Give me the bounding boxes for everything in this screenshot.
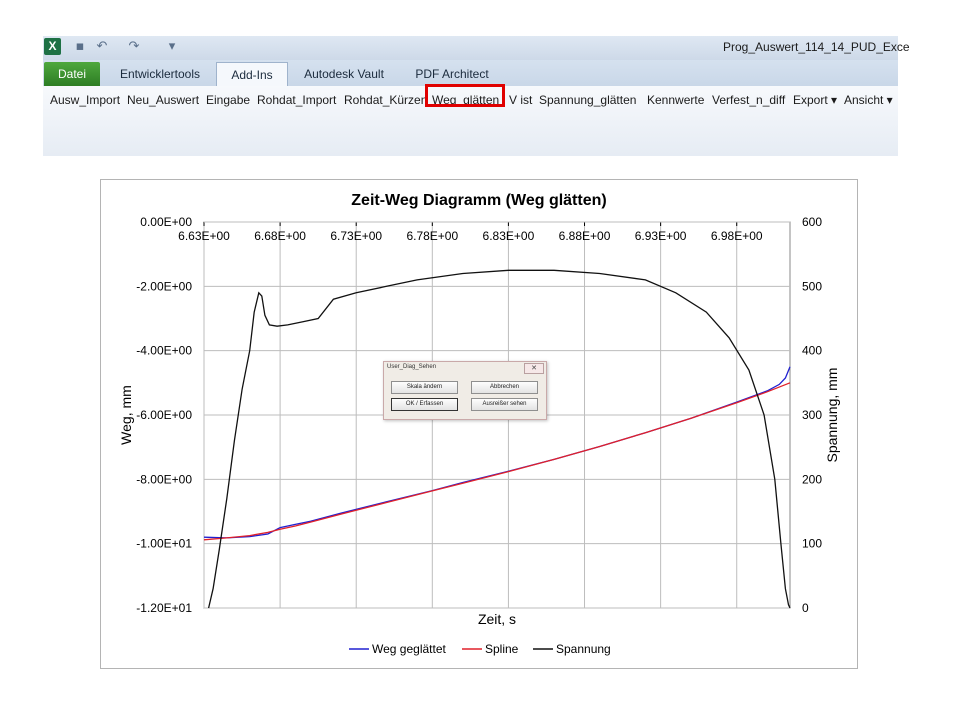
ausreisser-sehen-button[interactable]: Ausreißer sehen xyxy=(471,398,538,411)
y-tick-label: -1.20E+01 xyxy=(136,601,192,615)
close-icon[interactable]: ✕ xyxy=(524,363,544,374)
y-tick-label: -6.00E+00 xyxy=(136,408,192,422)
y2-tick-label: 100 xyxy=(802,537,822,551)
tab-autodesk-vault[interactable]: Autodesk Vault xyxy=(294,62,394,86)
tab-pdf-architect[interactable]: PDF Architect xyxy=(406,62,498,86)
tab-datei[interactable]: Datei xyxy=(44,62,100,86)
x-tick-label: 6.73E+00 xyxy=(330,229,382,243)
y2-tick-label: 500 xyxy=(802,279,822,293)
y-tick-label: 0.00E+00 xyxy=(140,215,192,229)
skala-aendern-button[interactable]: Skala ändern xyxy=(391,381,458,394)
ribbon-rohdat-import-button[interactable]: Rohdat_Import xyxy=(257,91,336,109)
y-axis-label: Weg, mm xyxy=(118,385,134,445)
window-title: Prog_Auswert_114_14_PUD_Exce xyxy=(723,40,910,54)
y-tick-label: -4.00E+00 xyxy=(136,344,192,358)
legend-label: Spline xyxy=(485,642,519,656)
y2-tick-label: 0 xyxy=(802,601,809,615)
y-tick-label: -8.00E+00 xyxy=(136,472,192,486)
x-tick-label: 6.63E+00 xyxy=(178,229,230,243)
y2-tick-label: 400 xyxy=(802,344,822,358)
highlight-box xyxy=(425,84,505,107)
x-tick-label: 6.78E+00 xyxy=(406,229,458,243)
series-line-2 xyxy=(207,269,791,609)
tab-entwicklertools[interactable]: Entwicklertools xyxy=(110,62,210,86)
customize-icon[interactable]: ▾ xyxy=(164,38,180,55)
excel-logo-icon: X xyxy=(44,38,61,55)
ribbon-kennwerte-button[interactable]: Kennwerte xyxy=(647,91,704,109)
ribbon-rohdat-kuerzen-button[interactable]: Rohdat_Kürzen xyxy=(344,91,427,109)
y-tick-label: -2.00E+00 xyxy=(136,279,192,293)
user-diag-sehen-dialog: User_Diag_Sehen ✕ Skala ändern Abbrechen… xyxy=(383,361,547,420)
ribbon-eingabe-button[interactable]: Eingabe xyxy=(206,91,250,109)
y2-tick-label: 600 xyxy=(802,215,822,229)
x-tick-label: 6.83E+00 xyxy=(483,229,535,243)
dialog-title: User_Diag_Sehen xyxy=(387,364,437,370)
ribbon-v-ist-button[interactable]: V ist xyxy=(509,91,532,109)
ribbon-ausw-import-button[interactable]: Ausw_Import xyxy=(50,91,120,109)
save-icon[interactable]: ▪ xyxy=(72,38,88,55)
ok-erfassen-button[interactable]: OK / Erfassen xyxy=(391,398,458,411)
y2-axis-label: Spannung, mm xyxy=(824,368,840,463)
ribbon-verfest-n-diff-button[interactable]: Verfest_n_diff xyxy=(712,91,785,109)
x-tick-label: 6.98E+00 xyxy=(711,229,763,243)
legend-label: Weg geglättet xyxy=(372,642,446,656)
y2-tick-label: 200 xyxy=(802,472,822,486)
legend-label: Spannung xyxy=(556,642,611,656)
redo-icon[interactable]: ↷ xyxy=(126,38,142,55)
x-tick-label: 6.93E+00 xyxy=(635,229,687,243)
tab-add-ins[interactable]: Add-Ins xyxy=(216,62,288,87)
chart-svg: 6.63E+00 6.68E+00 6.73E+00 6.78E+00 6.83E+00… xyxy=(118,192,840,656)
y-tick-label: -1.00E+01 xyxy=(136,537,192,551)
ribbon-spannung-glaetten-button[interactable]: Spannung_glätten xyxy=(539,91,636,109)
ribbon-export-dropdown[interactable]: Export ▾ xyxy=(793,91,837,109)
chart-title: Zeit-Weg Diagramm (Weg glätten) xyxy=(351,192,606,209)
undo-icon[interactable]: ↶ xyxy=(94,38,110,55)
y2-tick-label: 300 xyxy=(802,408,822,422)
x-tick-label: 6.68E+00 xyxy=(254,229,306,243)
ribbon-ansicht-dropdown[interactable]: Ansicht ▾ xyxy=(844,91,893,109)
abbrechen-button[interactable]: Abbrechen xyxy=(471,381,538,394)
ribbon-neu-auswert-button[interactable]: Neu_Auswert xyxy=(127,91,199,109)
x-axis-label: Zeit, s xyxy=(478,611,516,627)
x-tick-label: 6.88E+00 xyxy=(559,229,611,243)
